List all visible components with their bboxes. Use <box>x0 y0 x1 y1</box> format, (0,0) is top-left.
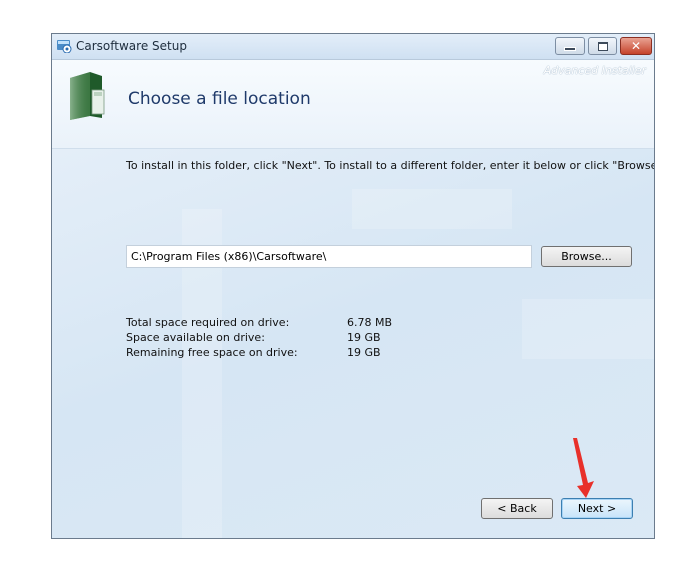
minimize-icon <box>564 47 576 51</box>
wizard-body: To install in this folder, click "Next".… <box>52 149 655 538</box>
close-button[interactable]: ✕ <box>620 37 652 55</box>
setup-window: Carsoftware Setup ✕ Choose a file locati <box>51 33 655 539</box>
maximize-button[interactable] <box>588 37 617 55</box>
close-icon: ✕ <box>630 39 642 53</box>
title-bar[interactable]: Carsoftware Setup ✕ <box>52 34 654 60</box>
back-button[interactable]: < Back <box>481 498 553 519</box>
instructions-text: To install in this folder, click "Next".… <box>126 159 655 172</box>
setup-app-icon <box>57 40 72 53</box>
browse-button[interactable]: Browse... <box>541 246 632 267</box>
background-decoration <box>352 189 512 229</box>
space-label: Total space required on drive: <box>126 316 290 329</box>
space-row-available: Space available on drive: 19 GB <box>126 331 426 346</box>
minimize-button[interactable] <box>555 37 585 55</box>
space-value: 19 GB <box>347 346 381 359</box>
page-title: Choose a file location <box>128 89 311 109</box>
space-label: Remaining free space on drive: <box>126 346 298 359</box>
folder-icon <box>70 72 105 120</box>
window-title: Carsoftware Setup <box>76 39 187 53</box>
space-label: Space available on drive: <box>126 331 265 344</box>
maximize-icon <box>597 41 608 51</box>
wizard-header: Choose a file location Advanced Installe… <box>52 60 654 149</box>
space-row-remaining: Remaining free space on drive: 19 GB <box>126 346 426 361</box>
brand-watermark: Advanced Installer <box>543 64 646 77</box>
space-value: 19 GB <box>347 331 381 344</box>
next-button[interactable]: Next > <box>561 498 633 519</box>
install-path-input[interactable] <box>126 245 532 268</box>
space-value: 6.78 MB <box>347 316 393 329</box>
background-decoration <box>522 299 654 359</box>
space-row-required: Total space required on drive: 6.78 MB <box>126 316 426 331</box>
space-info: Total space required on drive: 6.78 MB S… <box>126 316 426 361</box>
